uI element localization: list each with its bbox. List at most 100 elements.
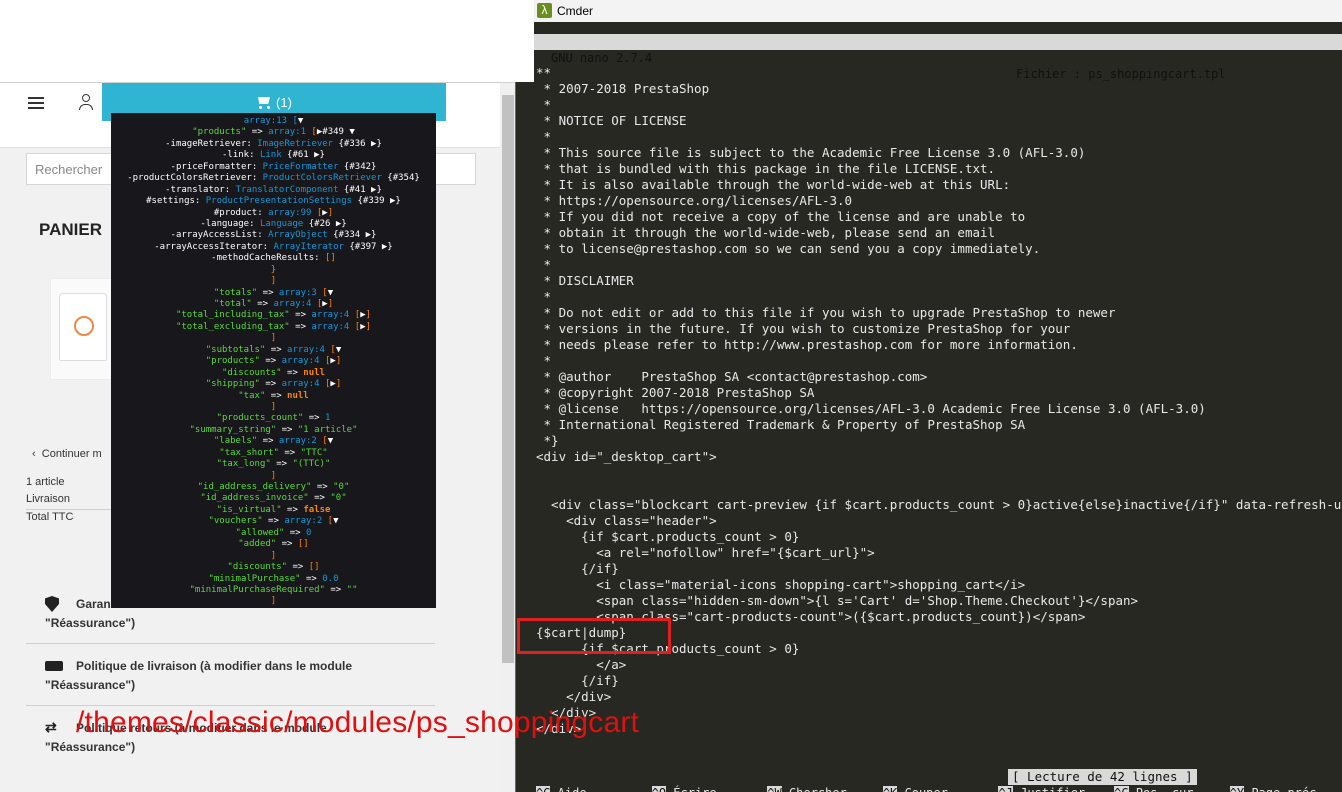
dump-token: -link (222, 150, 250, 161)
dump-token: ProductPresentationSettings (205, 196, 353, 207)
dump-token: [ (322, 516, 334, 527)
dump-token: "" (346, 584, 358, 595)
dump-line: "tax" => null (111, 391, 436, 402)
dump-token: => (262, 516, 285, 527)
editor-line: * @author PrestaShop SA <contact@prestas… (536, 369, 928, 384)
dump-token: ] (335, 356, 342, 367)
editor-line: * It is also available through the world… (536, 177, 1011, 192)
dump-token: ▶} (365, 230, 377, 241)
product-image[interactable] (50, 278, 114, 380)
dump-token: : (257, 207, 269, 218)
dump-token: ] (327, 207, 334, 218)
dump-token: : (249, 218, 260, 229)
dump-token: "tax" (238, 390, 266, 401)
dump-token: [ (319, 356, 331, 367)
dump-token: => (281, 504, 304, 515)
scrollbar-thumb[interactable] (502, 95, 514, 663)
dump-line: "minimalPurchase" => 0.0 (111, 574, 436, 585)
dump-token: "id_address_invoice" (200, 493, 309, 504)
dump-token: false (303, 504, 331, 515)
dump-token: => (270, 459, 293, 470)
reassurance-line2: "Réassurance") (45, 616, 136, 630)
dump-token: {#339 (352, 196, 391, 207)
shortcut-label: Écrire (666, 786, 716, 792)
dump-token: PriceFormatter (262, 161, 339, 172)
editor-line: * @license https://opensource.org/licens… (536, 401, 1206, 416)
dump-line: "labels" => array:2 [▼ (111, 436, 436, 447)
dump-line: } (111, 265, 436, 276)
editor-line: * This source file is subject to the Aca… (536, 145, 1086, 160)
dump-token: "summary_string" (189, 424, 277, 435)
dump-token: : (249, 150, 260, 161)
editor-line: </a> (536, 657, 627, 672)
editor-line: *} (536, 433, 559, 448)
editor-line: * 2007-2018 PrestaShop (536, 81, 710, 96)
editor-line: * DISCLAIMER (536, 273, 634, 288)
dump-line: ] (111, 551, 436, 562)
dump-token: [ (306, 127, 317, 138)
shopping-cart-icon (256, 95, 272, 109)
reassurance-item: Politique de livraison (à modifier dans … (45, 657, 405, 695)
dump-token: : (251, 161, 263, 172)
dump-token: "vouchers" (208, 516, 263, 527)
editor-line: * (536, 289, 552, 304)
hamburger-menu-icon[interactable] (28, 97, 44, 109)
editor-line: <div class="blockcart cart-preview {if $… (551, 497, 1342, 512)
user-icon[interactable] (78, 94, 94, 112)
dump-token: {#41 (338, 184, 372, 195)
dump-token: => (300, 573, 323, 584)
shield-icon (45, 596, 63, 612)
summary-shipping: Livraison (26, 493, 71, 505)
dump-token: => (259, 379, 282, 390)
editor-line: {if $cart.products_count > 0} (536, 529, 800, 544)
dump-token: : (224, 184, 236, 195)
dump-token: null (303, 367, 325, 378)
dump-token: {#397 (343, 241, 382, 252)
dump-token: #product (213, 207, 258, 218)
dump-token: => (281, 367, 304, 378)
truck-icon (45, 658, 63, 674)
dump-token: array:4 (281, 379, 320, 390)
dump-token: ▶} (390, 196, 401, 207)
dump-token: 1 (324, 413, 331, 424)
editor-line: * (536, 97, 552, 112)
dump-token: -methodCacheResults (211, 253, 315, 264)
page-scrollbar[interactable] (500, 83, 516, 792)
dump-token: => (246, 127, 269, 138)
editor-line: * to license@prestashop.com so we can se… (536, 241, 1041, 256)
dump-token: ▶} (381, 241, 393, 252)
dump-line: "is_virtual" => false (111, 505, 436, 516)
dump-token: {#342} (338, 161, 377, 172)
dump-token: "shipping" (205, 379, 260, 390)
editor-line: {/if} (536, 561, 619, 576)
dump-line: "total_excluding_tax" => array:4 [▶] (111, 322, 436, 333)
dump-token: : (251, 173, 263, 184)
dump-token: ] (270, 596, 277, 607)
editor-line: </div> (536, 705, 597, 720)
dump-token: -language (200, 218, 250, 229)
dump-token: ] (270, 550, 277, 561)
dump-line: "id_address_delivery" => "0" (111, 482, 436, 493)
dump-token: "discounts" (222, 367, 282, 378)
dump-line: "tax_long" => "(TTC)" (111, 459, 436, 470)
editor-line: <span class="hidden-sm-down">{l s='Cart'… (536, 593, 1139, 608)
dump-token: ▼ (297, 116, 304, 126)
dump-line: "allowed" => 0 (111, 528, 436, 539)
dump-line: "discounts" => [] (111, 562, 436, 573)
cmder-titlebar[interactable]: λ Cmder (534, 0, 1342, 22)
dump-line: "products" => array:4 [▶] (111, 356, 436, 367)
dump-line: "discounts" => null (111, 368, 436, 379)
summary-articles: 1 article (26, 476, 65, 488)
dump-token: ▶} (335, 218, 347, 229)
dump-line: -methodCacheResults: [] (111, 253, 436, 264)
dump-token: => (265, 390, 288, 401)
dump-token: "0" (330, 493, 347, 504)
dump-token: "products_count" (216, 413, 304, 424)
dump-token: {#334 (327, 230, 366, 241)
continue-shopping-link[interactable]: ‹ Continuer m (32, 448, 102, 460)
shortcut-key: ^C (1114, 786, 1129, 792)
dump-token: ] (335, 379, 342, 390)
dump-token: [ (311, 207, 323, 218)
dump-token: } (270, 264, 277, 275)
editor-line: * https://opensource.org/licenses/AFL-3.… (536, 193, 853, 208)
